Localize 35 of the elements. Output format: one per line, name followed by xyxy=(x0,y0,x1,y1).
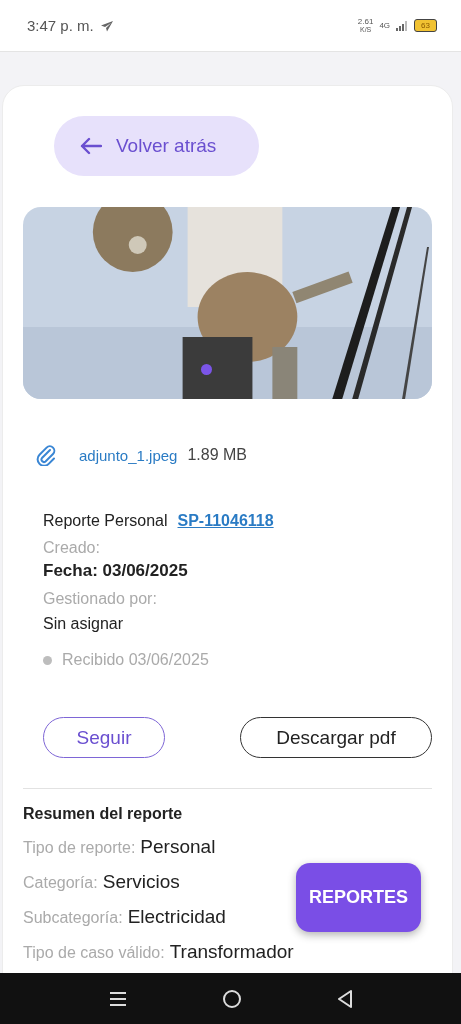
follow-button[interactable]: Seguir xyxy=(43,717,165,758)
created-date: Fecha: 03/06/2025 xyxy=(43,561,189,581)
file-size: 1.89 MB xyxy=(187,446,248,464)
status-time: 3:47 p. m. xyxy=(27,17,94,34)
report-code-link[interactable]: SP-11046118 xyxy=(177,512,274,530)
summary-label: Categoría: xyxy=(23,874,98,892)
summary-value: Transformador xyxy=(169,941,294,963)
arrow-left-icon xyxy=(80,137,102,155)
home-icon[interactable] xyxy=(221,988,242,1009)
status-text: Recibido 03/06/2025 xyxy=(62,651,209,669)
summary-value: Personal xyxy=(140,836,216,858)
summary-label: Subcategoría: xyxy=(23,909,123,927)
summary-label: Tipo de reporte: xyxy=(23,839,136,857)
status-dot xyxy=(43,655,52,665)
back-icon[interactable] xyxy=(336,989,353,1008)
summary-label: Tipo de caso válido: xyxy=(23,944,165,962)
managed-label: Gestionado por: xyxy=(43,590,158,608)
summary-value: Electricidad xyxy=(127,906,226,928)
send-icon xyxy=(99,19,114,32)
summary-title: Resumen del reporte xyxy=(23,805,184,823)
download-button[interactable]: Descargar pdf xyxy=(240,717,432,758)
network-type: 4G xyxy=(379,21,391,30)
carousel-dot[interactable] xyxy=(201,364,212,375)
signal-icon xyxy=(396,20,409,31)
network-speed: 2.61 xyxy=(357,18,374,26)
managed-value: Sin asignar xyxy=(43,615,125,633)
menu-icon[interactable] xyxy=(108,990,127,1007)
created-label: Creado: xyxy=(43,539,101,557)
summary-value: Servicios xyxy=(102,871,180,893)
paperclip-icon xyxy=(36,444,56,466)
report-type: Reporte Personal xyxy=(43,512,168,530)
battery-indicator: 63 xyxy=(414,19,437,32)
attachment-link[interactable]: adjunto_1.jpeg xyxy=(79,446,178,464)
reports-button[interactable]: REPORTES xyxy=(296,863,421,932)
back-button[interactable]: Volver atrás xyxy=(54,116,259,176)
